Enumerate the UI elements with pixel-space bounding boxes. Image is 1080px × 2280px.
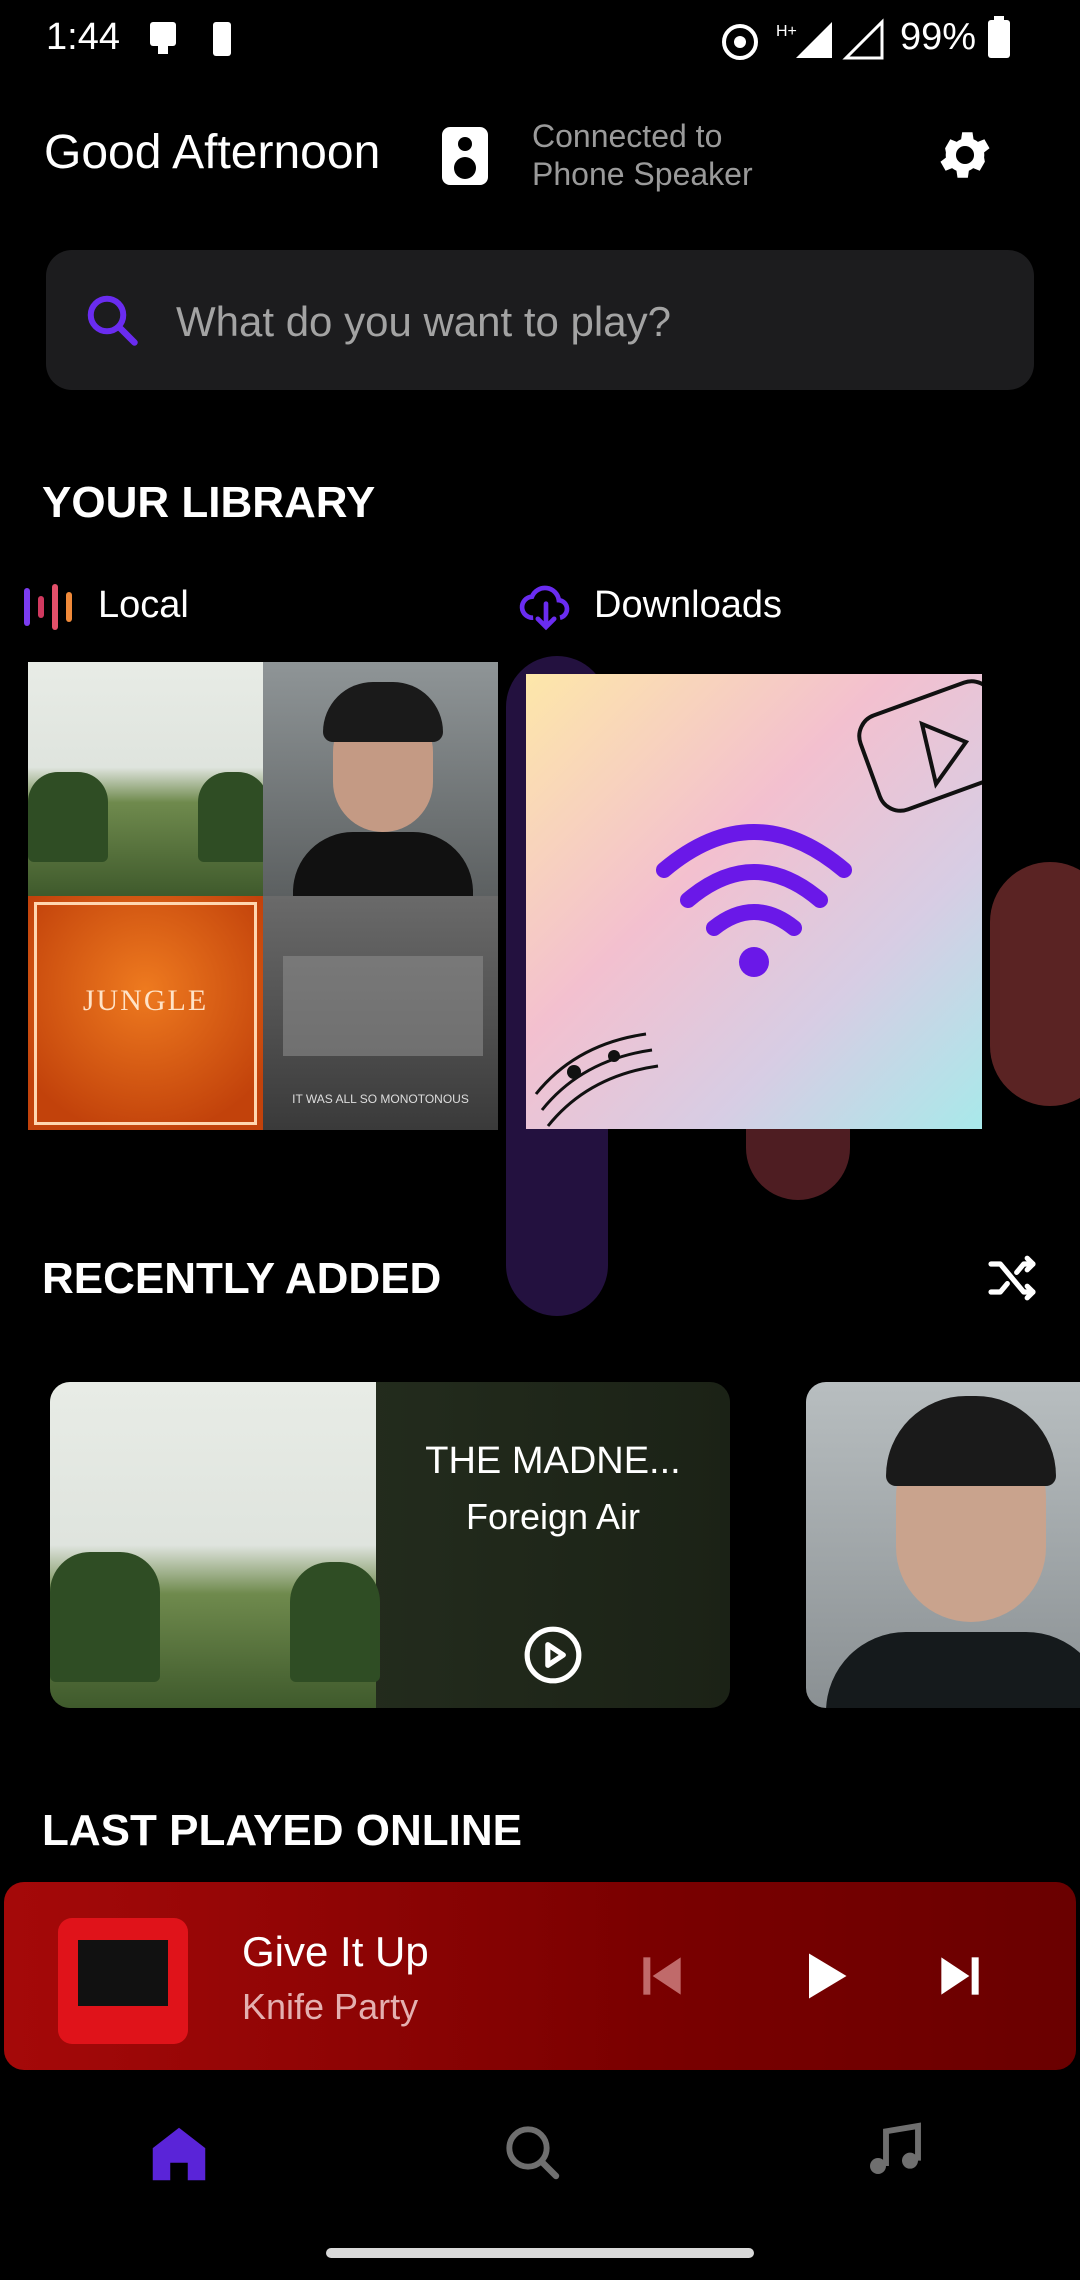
section-title-recently-added: RECENTLY ADDED	[42, 1254, 442, 1303]
settings-gear-icon[interactable]	[934, 124, 996, 186]
signal-h-icon: H+	[776, 22, 832, 58]
cast-icon	[150, 22, 176, 54]
album-art-jungle-text: JUNGLE	[82, 984, 209, 1017]
player-track-artist: Knife Party	[242, 1986, 419, 2027]
next-icon[interactable]	[932, 1948, 988, 2004]
home-icon[interactable]	[144, 2116, 214, 2192]
local-library-collage[interactable]: JUNGLE IT WAS ALL SO MONOTONOUS	[28, 662, 498, 1130]
search-bar[interactable]: What do you want to play?	[46, 250, 1034, 390]
hotspot-icon	[722, 24, 758, 60]
search-icon	[87, 295, 138, 346]
track-artist: Foreign Air	[465, 1496, 641, 1537]
mini-player[interactable]: Give It Up Knife Party	[4, 1882, 1076, 2070]
connection-status-line1[interactable]: Connected to	[532, 118, 722, 155]
connection-status-line2[interactable]: Phone Speaker	[532, 156, 753, 193]
player-track-title: Give It Up	[242, 1928, 429, 1975]
battery-percent: 99%	[900, 16, 977, 58]
signal-icon	[842, 18, 884, 60]
greeting-title: Good Afternoon	[44, 126, 381, 179]
battery-small-icon	[213, 22, 231, 56]
nav-search-icon[interactable]	[500, 2120, 564, 2184]
svg-text:H+: H+	[776, 23, 797, 40]
speaker-icon[interactable]	[442, 127, 488, 185]
downloads-artwork[interactable]	[526, 674, 1015, 1129]
recently-added-card-joywave[interactable]	[806, 1382, 1080, 1708]
status-time: 1:44	[46, 16, 120, 58]
status-bar: 1:44 H+ 99%	[0, 0, 1080, 78]
download-cloud-icon[interactable]	[516, 578, 576, 634]
gesture-bar	[326, 2248, 754, 2258]
play-icon[interactable]	[794, 1946, 854, 2006]
music-note-icon[interactable]	[862, 2114, 926, 2186]
decorative-pill	[990, 862, 1080, 1106]
local-label[interactable]: Local	[98, 584, 189, 627]
recently-added-card[interactable]: THE MADNE... Foreign Air	[50, 1382, 730, 1708]
previous-icon[interactable]	[634, 1948, 690, 2004]
track-title: THE MADNE...	[425, 1440, 681, 1482]
local-equalizer-icon[interactable]	[20, 582, 80, 632]
play-circle-icon[interactable]	[522, 1624, 584, 1686]
album-art-foreign-air	[50, 1382, 380, 1708]
album-art-monotonous-text: IT WAS ALL SO MONOTONOUS	[292, 1092, 469, 1106]
search-placeholder: What do you want to play?	[176, 298, 671, 345]
section-title-last-played-online: LAST PLAYED ONLINE	[42, 1806, 522, 1855]
downloads-label[interactable]: Downloads	[594, 584, 782, 627]
album-art-monotonous: IT WAS ALL SO MONOTONOUS	[263, 896, 498, 1130]
album-art-joywave	[263, 662, 498, 896]
album-art-foreign-air	[28, 662, 263, 896]
album-art-jungle: JUNGLE	[28, 896, 263, 1130]
shuffle-icon[interactable]	[982, 1250, 1042, 1306]
section-title-library: YOUR LIBRARY	[42, 478, 376, 527]
battery-icon	[988, 16, 1010, 58]
player-album-art	[58, 1918, 188, 2044]
